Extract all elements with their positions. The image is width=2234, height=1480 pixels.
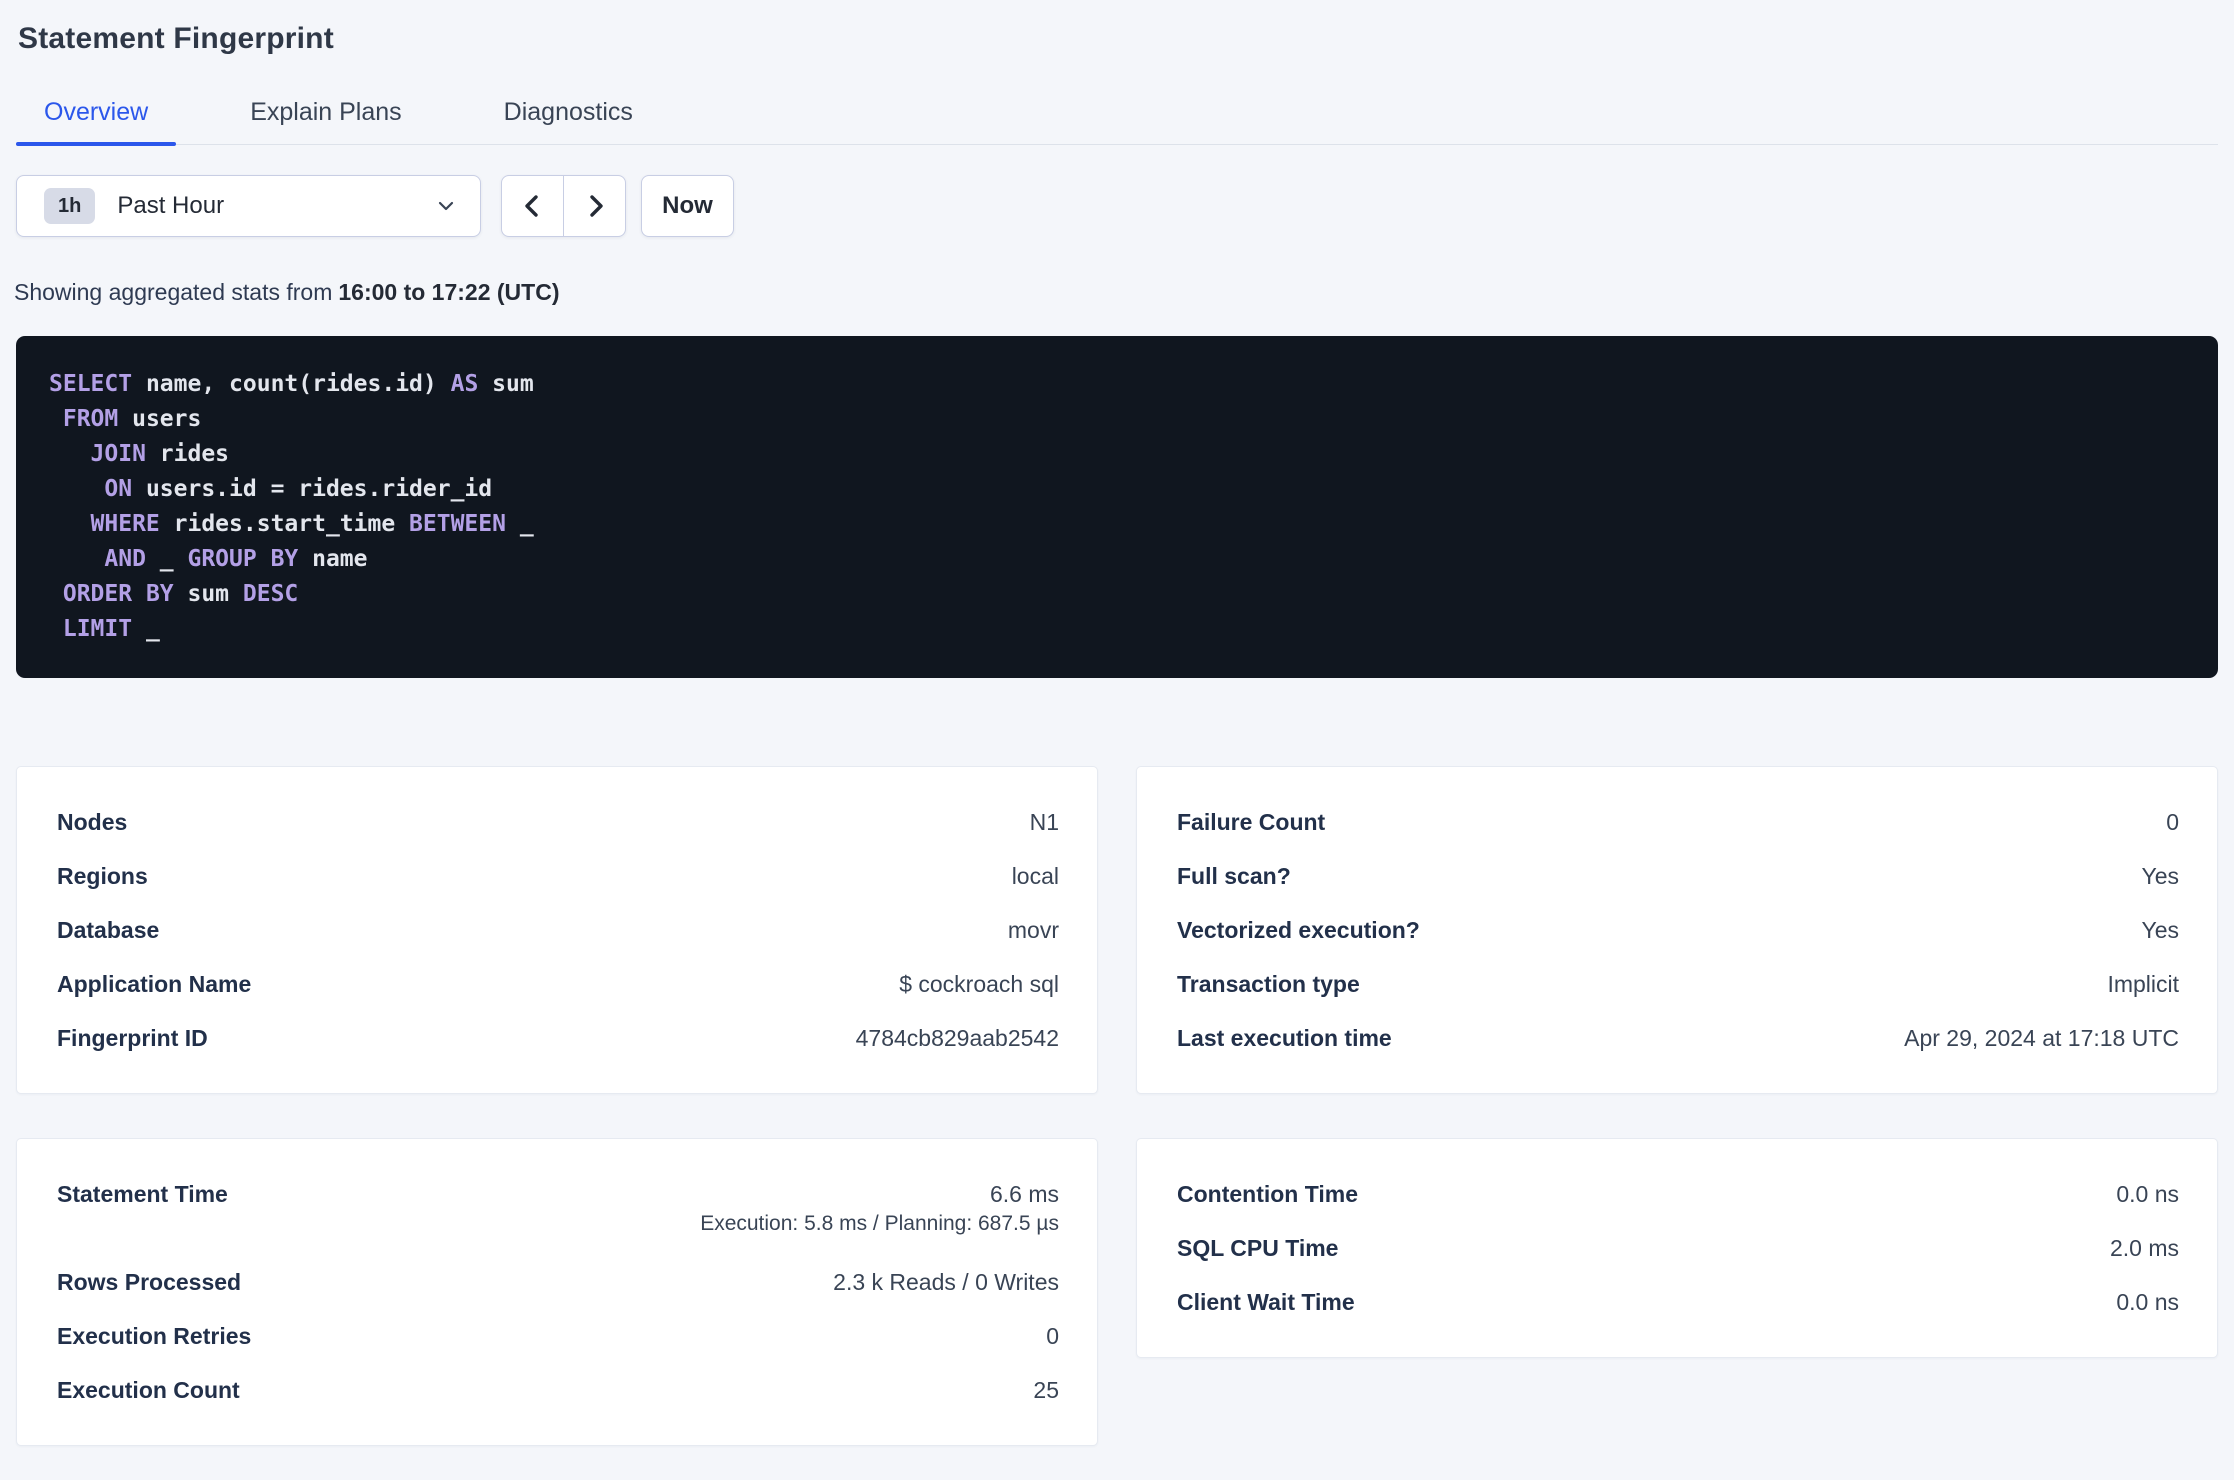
card-row-regions: Regions local <box>57 849 1059 903</box>
statement-details-card: Nodes N1 Regions local Database movr App… <box>16 766 1098 1094</box>
row-value: 25 <box>1033 1377 1059 1403</box>
tab-diagnostics[interactable]: Diagnostics <box>476 98 661 144</box>
prev-time-button[interactable] <box>502 176 563 236</box>
card-row-fingerprint-id: Fingerprint ID 4784cb829aab2542 <box>57 1011 1059 1065</box>
card-row-vectorized: Vectorized execution? Yes <box>1177 903 2179 957</box>
tab-overview[interactable]: Overview <box>16 98 177 146</box>
now-button[interactable]: Now <box>641 175 734 237</box>
tab-bar: Overview Explain Plans Diagnostics <box>16 98 2218 146</box>
row-value: 0.0 ns <box>2116 1289 2179 1315</box>
row-value: Yes <box>2141 863 2179 889</box>
row-value: 0 <box>1046 1323 1059 1349</box>
sql-line: ORDER BY sum DESC <box>62 581 299 607</box>
card-row-last-execution-time: Last execution time Apr 29, 2024 at 17:1… <box>1177 1011 2179 1065</box>
card-row-execution-count: Execution Count 25 <box>57 1363 1059 1417</box>
page-title: Statement Fingerprint <box>18 22 334 55</box>
row-value: movr <box>1007 917 1059 943</box>
status-prefix: Showing aggregated stats from <box>14 279 333 305</box>
row-label: SQL CPU Time <box>1177 1235 1339 1261</box>
row-value: Yes <box>2141 917 2179 943</box>
sql-line: WHERE rides.start_time BETWEEN _ <box>90 511 534 537</box>
row-value: 4784cb829aab2542 <box>855 1025 1059 1051</box>
interval-label: Past Hour <box>117 192 225 219</box>
sql-line: SELECT name, count(rides.id) AS sum <box>49 371 534 397</box>
row-label: Rows Processed <box>57 1269 242 1295</box>
card-row-failure-count: Failure Count 0 <box>1177 795 2179 849</box>
row-value: Apr 29, 2024 at 17:18 UTC <box>1904 1025 2179 1051</box>
row-label: Fingerprint ID <box>57 1025 208 1051</box>
card-row-contention-time: Contention Time 0.0 ns <box>1177 1167 2179 1221</box>
chevron-right-icon <box>589 195 603 217</box>
card-row-transaction-type: Transaction type Implicit <box>1177 957 2179 1011</box>
row-label: Contention Time <box>1177 1181 1359 1207</box>
row-label: Regions <box>57 863 148 889</box>
sql-line: ON users.id = rides.rider_id <box>104 476 493 502</box>
statement-stats-card: Statement Time 6.6 ms Execution: 5.8 ms … <box>16 1138 1098 1446</box>
row-label: Transaction type <box>1177 971 1360 997</box>
sql-line: FROM users <box>62 406 202 432</box>
row-label: Last execution time <box>1177 1025 1392 1051</box>
row-value: 0 <box>2166 809 2179 835</box>
card-row-full-scan: Full scan? Yes <box>1177 849 2179 903</box>
details-cards-row: Nodes N1 Regions local Database movr App… <box>16 766 2218 1094</box>
row-value: 2.0 ms <box>2109 1235 2179 1261</box>
row-subvalue: Execution: 5.8 ms / Planning: 687.5 µs <box>700 1212 1059 1235</box>
row-value: 0.0 ns <box>2116 1181 2179 1207</box>
stats-cards-row: Statement Time 6.6 ms Execution: 5.8 ms … <box>16 1138 2218 1446</box>
card-row-statement-time: Statement Time 6.6 ms Execution: 5.8 ms … <box>57 1167 1059 1255</box>
next-time-button[interactable] <box>564 176 625 236</box>
status-range: 16:00 to 17:22 (UTC) <box>338 279 560 305</box>
interval-badge: 1h <box>44 188 96 224</box>
time-interval-dropdown[interactable]: 1h Past Hour <box>16 175 481 237</box>
statement-fingerprint-page: Statement Fingerprint Overview Explain P… <box>0 22 2234 1446</box>
tab-explain-plans[interactable]: Explain Plans <box>222 98 429 144</box>
card-row-application-name: Application Name $ cockroach sql <box>57 957 1059 1011</box>
sql-line: JOIN rides <box>90 441 230 467</box>
aggregation-status: Showing aggregated stats from 16:00 to 17… <box>14 279 2218 306</box>
row-label: Vectorized execution? <box>1177 917 1420 943</box>
row-label: Full scan? <box>1177 863 1291 889</box>
execution-attributes-card: Failure Count 0 Full scan? Yes Vectorize… <box>1136 766 2218 1094</box>
row-label: Execution Retries <box>57 1323 252 1349</box>
application-name-link[interactable]: $ cockroach sql <box>899 969 1059 999</box>
row-value: 2.3 k Reads / 0 Writes <box>833 1269 1059 1295</box>
card-row-execution-retries: Execution Retries 0 <box>57 1309 1059 1363</box>
row-value: local <box>1011 863 1059 889</box>
row-label: Database <box>57 917 160 943</box>
time-step-group <box>501 175 626 237</box>
row-value: 6.6 ms <box>989 1181 1059 1207</box>
row-label: Client Wait Time <box>1177 1289 1355 1315</box>
timing-stats-card: Contention Time 0.0 ns SQL CPU Time 2.0 … <box>1136 1138 2218 1358</box>
nodes-link[interactable]: N1 <box>1030 807 1059 837</box>
card-row-nodes: Nodes N1 <box>57 795 1059 849</box>
chevron-left-icon <box>524 195 538 217</box>
sql-statement-box: SELECT name, count(rides.id) AS sum FROM… <box>16 336 2218 678</box>
row-value: Implicit <box>2107 971 2179 997</box>
card-row-client-wait-time: Client Wait Time 0.0 ns <box>1177 1275 2179 1329</box>
sql-line: LIMIT _ <box>62 616 160 642</box>
row-label: Execution Count <box>57 1377 240 1403</box>
row-label: Nodes <box>57 809 128 835</box>
sql-line: AND _ GROUP BY name <box>104 546 368 572</box>
card-row-sql-cpu-time: SQL CPU Time 2.0 ms <box>1177 1221 2179 1275</box>
row-label: Failure Count <box>1177 809 1326 835</box>
card-row-database: Database movr <box>57 903 1059 957</box>
row-label: Application Name <box>57 971 252 997</box>
chevron-down-icon <box>438 201 454 211</box>
time-toolbar: 1h Past Hour Now <box>16 175 2218 237</box>
row-label: Statement Time <box>57 1181 228 1207</box>
card-row-rows-processed: Rows Processed 2.3 k Reads / 0 Writes <box>57 1255 1059 1309</box>
